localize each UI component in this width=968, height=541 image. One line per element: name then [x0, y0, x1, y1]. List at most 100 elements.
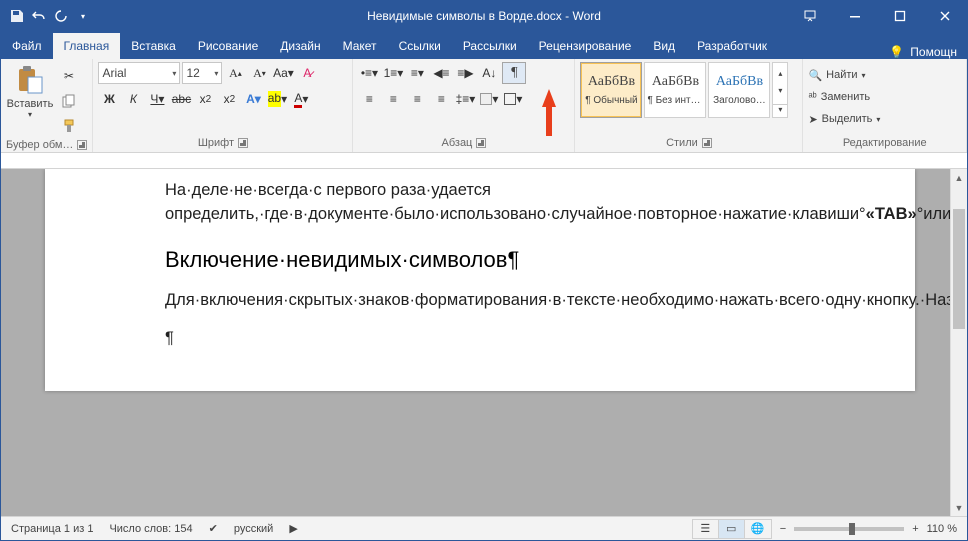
ribbon-tabs: Файл Главная Вставка Рисование Дизайн Ма…: [1, 31, 967, 59]
clipboard-group-label: Буфер обм…: [6, 139, 73, 151]
web-layout-icon[interactable]: 🌐: [745, 520, 771, 538]
text-effects-icon[interactable]: A▾: [242, 88, 264, 110]
tab-layout[interactable]: Макет: [332, 33, 388, 59]
align-right-icon[interactable]: ≡: [406, 88, 428, 110]
tab-draw[interactable]: Рисование: [187, 33, 269, 59]
line-spacing-icon[interactable]: ‡≡▾: [454, 88, 476, 110]
document-page[interactable]: На·деле·не·всегда·с первого раза·удается…: [45, 169, 915, 391]
tab-insert[interactable]: Вставка: [120, 33, 187, 59]
strike-button[interactable]: abc: [170, 88, 192, 110]
replace-button[interactable]: ᵃᵇЗаменить: [808, 87, 870, 107]
scroll-up-icon[interactable]: ▲: [951, 169, 967, 186]
change-case-icon[interactable]: Aa▾: [272, 62, 294, 84]
numbering-icon[interactable]: 1≡▾: [382, 62, 404, 84]
clipboard-group: Вставить ▾ ✂ Буфер обм…: [1, 59, 93, 152]
qat-customize-icon[interactable]: ▾: [73, 6, 93, 26]
close-icon[interactable]: [922, 1, 967, 31]
redo-icon[interactable]: [51, 6, 71, 26]
bullets-icon[interactable]: •≡▾: [358, 62, 380, 84]
decrease-indent-icon[interactable]: ◀≡: [430, 62, 452, 84]
font-color-icon[interactable]: A▾: [290, 88, 312, 110]
styles-group-label: Стили: [666, 137, 698, 149]
ribbon-options-icon[interactable]: [787, 1, 832, 31]
paragraph-1[interactable]: На·деле·не·всегда·с первого раза·удается…: [165, 179, 891, 227]
styles-group: АаБбВв ¶ Обычный АаБбВв ¶ Без инте… АаБб…: [575, 59, 803, 152]
heading-1[interactable]: Включение·невидимых·символов¶: [165, 247, 891, 273]
font-group-label: Шрифт: [198, 137, 234, 149]
proofing-icon[interactable]: ✔: [209, 522, 218, 535]
sort-icon[interactable]: A↓: [478, 62, 500, 84]
zoom-slider[interactable]: [794, 527, 904, 531]
vertical-scrollbar[interactable]: ▲ ▼: [950, 169, 967, 516]
find-button[interactable]: 🔍Найти▾: [808, 65, 865, 85]
replace-icon: ᵃᵇ: [808, 91, 816, 103]
format-painter-icon[interactable]: [58, 115, 80, 137]
multilevel-icon[interactable]: ≡▾: [406, 62, 428, 84]
align-left-icon[interactable]: ≡: [358, 88, 380, 110]
tab-mailings[interactable]: Рассылки: [452, 33, 528, 59]
zoom-in-button[interactable]: +: [912, 523, 918, 535]
justify-icon[interactable]: ≡: [430, 88, 452, 110]
increase-indent-icon[interactable]: ≡▶: [454, 62, 476, 84]
zoom-out-button[interactable]: −: [780, 523, 786, 535]
paste-label: Вставить: [7, 98, 54, 110]
styles-launcher[interactable]: [702, 138, 712, 148]
font-size-combo[interactable]: 12▾: [182, 62, 222, 84]
paragraph-3[interactable]: ¶: [165, 327, 891, 351]
tab-references[interactable]: Ссылки: [388, 33, 452, 59]
tab-design[interactable]: Дизайн: [269, 33, 331, 59]
tab-developer[interactable]: Разработчик: [686, 33, 778, 59]
grow-font-icon[interactable]: A▴: [224, 62, 246, 84]
macro-icon[interactable]: ▶: [289, 522, 297, 535]
font-name-combo[interactable]: Arial▾: [98, 62, 180, 84]
page-indicator[interactable]: Страница 1 из 1: [11, 523, 93, 535]
paste-button[interactable]: Вставить ▾: [6, 62, 54, 119]
cut-icon[interactable]: ✂: [58, 65, 80, 87]
scroll-down-icon[interactable]: ▼: [951, 499, 967, 516]
clipboard-launcher[interactable]: [77, 140, 87, 150]
quick-access-toolbar: ▾: [1, 6, 93, 26]
style-no-spacing[interactable]: АаБбВв ¶ Без инте…: [644, 62, 706, 118]
paste-icon: [14, 64, 46, 96]
maximize-icon[interactable]: [877, 1, 922, 31]
highlight-icon[interactable]: ab▾: [266, 88, 288, 110]
show-hide-button[interactable]: ¶: [502, 62, 526, 84]
save-icon[interactable]: [7, 6, 27, 26]
shrink-font-icon[interactable]: A▾: [248, 62, 270, 84]
font-launcher[interactable]: [238, 138, 248, 148]
tab-review[interactable]: Рецензирование: [528, 33, 643, 59]
superscript-button[interactable]: x2: [218, 88, 240, 110]
style-normal[interactable]: АаБбВв ¶ Обычный: [580, 62, 642, 118]
clear-format-icon[interactable]: A̷: [296, 62, 318, 84]
borders-icon[interactable]: ▾: [502, 88, 524, 110]
italic-button[interactable]: К: [122, 88, 144, 110]
undo-icon[interactable]: [29, 6, 49, 26]
paragraph-launcher[interactable]: [476, 138, 486, 148]
paragraph-2[interactable]: Для·включения·скрытых·знаков·форматирова…: [165, 289, 891, 313]
paragraph-group-label: Абзац: [442, 137, 473, 149]
document-area: На·деле·не·всегда·с первого раза·удается…: [1, 169, 967, 516]
tell-me[interactable]: 💡 Помощн: [889, 45, 967, 59]
status-bar: Страница 1 из 1 Число слов: 154 ✔ русски…: [1, 516, 967, 540]
select-button[interactable]: ➤Выделить▾: [808, 109, 880, 129]
scroll-thumb[interactable]: [953, 209, 965, 329]
underline-button[interactable]: Ч▾: [146, 88, 168, 110]
tab-home[interactable]: Главная: [53, 33, 121, 59]
copy-icon[interactable]: [58, 90, 80, 112]
shading-icon[interactable]: ▾: [478, 88, 500, 110]
word-count[interactable]: Число слов: 154: [109, 523, 192, 535]
bold-button[interactable]: Ж: [98, 88, 120, 110]
language-indicator[interactable]: русский: [234, 523, 273, 535]
tell-me-label: Помощн: [910, 45, 957, 59]
read-mode-icon[interactable]: ☰: [693, 520, 719, 538]
align-center-icon[interactable]: ≡: [382, 88, 404, 110]
styles-scroll[interactable]: ▴ ▾ ▾: [772, 62, 788, 118]
subscript-button[interactable]: x2: [194, 88, 216, 110]
style-heading[interactable]: АаБбВв Заголово…: [708, 62, 770, 118]
print-layout-icon[interactable]: ▭: [719, 520, 745, 538]
tab-file[interactable]: Файл: [1, 33, 53, 59]
minimize-icon[interactable]: [832, 1, 877, 31]
horizontal-ruler[interactable]: [1, 153, 967, 169]
tab-view[interactable]: Вид: [642, 33, 686, 59]
zoom-level[interactable]: 110 %: [927, 523, 957, 535]
